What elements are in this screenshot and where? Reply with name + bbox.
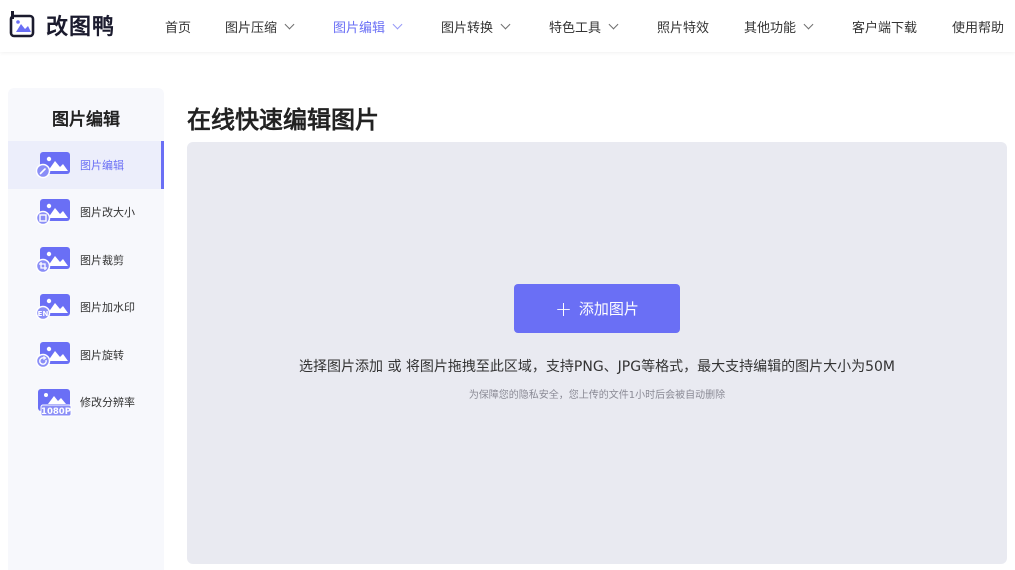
privacy-note: 为保障您的隐私安全，您上传的文件1小时后会被自动删除 xyxy=(468,390,726,401)
nav-other-features[interactable]: 其他功能 xyxy=(744,17,852,36)
image-watermark-icon: EN xyxy=(36,294,70,321)
image-crop-icon xyxy=(36,246,70,273)
nav-label: 图片编辑 xyxy=(333,20,386,36)
upload-dropzone[interactable]: + 添加图片 选择图片添加 或 将图片拖拽至此区域，支持PNG、JPG等格式，最… xyxy=(187,142,1007,564)
chevron-down-icon xyxy=(608,19,619,29)
page-title: 在线快速编辑图片 xyxy=(187,106,379,134)
nav-image-edit[interactable]: 图片编辑 xyxy=(333,17,441,36)
sidebar-title: 图片编辑 xyxy=(52,110,120,130)
resolution-badge-text: 1080P xyxy=(41,407,71,417)
add-image-button-label: 添加图片 xyxy=(578,300,639,318)
nav-image-convert[interactable]: 图片转换 xyxy=(441,17,549,36)
plus-icon: + xyxy=(555,296,572,321)
image-resize-icon xyxy=(36,199,70,226)
nav-label: 照片特效 xyxy=(657,20,710,36)
sidebar-item-resolution[interactable]: 1080P 修改分辨率 xyxy=(8,379,164,427)
add-image-button[interactable]: + 添加图片 xyxy=(514,284,680,333)
nav-photo-effects[interactable]: 照片特效 xyxy=(657,17,744,36)
nav-label: 图片压缩 xyxy=(225,20,278,36)
sidebar: 图片编辑 图片编辑 图片改大小 图片裁剪 EN 图片加水印 图片旋转 1080P… xyxy=(8,88,164,570)
sidebar-item-label: 图片加水印 xyxy=(80,301,135,315)
image-edit-icon xyxy=(36,151,70,178)
sidebar-item-image-watermark[interactable]: EN 图片加水印 xyxy=(8,284,164,332)
nav-help[interactable]: 使用帮助 xyxy=(952,17,1014,36)
main-nav: 首页 图片压缩 图片编辑 图片转换 特色工具 照片特效 其他功能 客户端下载 使… xyxy=(165,0,1014,52)
logo[interactable]: 改图鸭 xyxy=(8,9,115,41)
sidebar-item-label: 图片改大小 xyxy=(80,206,135,220)
chevron-down-icon xyxy=(500,19,511,29)
nav-label: 首页 xyxy=(165,20,192,36)
nav-special-tools[interactable]: 特色工具 xyxy=(549,17,657,36)
sidebar-list: 图片编辑 图片改大小 图片裁剪 EN 图片加水印 图片旋转 1080P 修改分辨… xyxy=(8,141,164,426)
sidebar-item-image-resize[interactable]: 图片改大小 xyxy=(8,189,164,237)
chevron-down-icon xyxy=(284,19,295,29)
sidebar-item-label: 图片编辑 xyxy=(80,158,124,172)
chevron-down-icon xyxy=(392,19,403,29)
chevron-down-icon xyxy=(803,19,814,29)
sidebar-item-label: 修改分辨率 xyxy=(80,396,135,410)
top-navbar: 改图鸭 首页 图片压缩 图片编辑 图片转换 特色工具 照片特效 其他功能 客户端… xyxy=(0,0,1015,52)
watermark-badge-text: EN xyxy=(38,310,49,318)
sidebar-item-image-edit[interactable]: 图片编辑 xyxy=(8,141,164,189)
nav-home[interactable]: 首页 xyxy=(165,17,225,36)
upload-hint: 选择图片添加 或 将图片拖拽至此区域，支持PNG、JPG等格式，最大支持编辑的图… xyxy=(299,359,895,375)
sidebar-item-image-rotate[interactable]: 图片旋转 xyxy=(8,331,164,379)
nav-client-download[interactable]: 客户端下载 xyxy=(852,17,952,36)
image-rotate-icon xyxy=(36,341,70,368)
logo-icon xyxy=(9,11,35,38)
nav-label: 客户端下载 xyxy=(852,20,918,36)
sidebar-item-image-crop[interactable]: 图片裁剪 xyxy=(8,236,164,284)
nav-label: 其他功能 xyxy=(744,20,797,36)
nav-label: 使用帮助 xyxy=(952,20,1005,36)
nav-label: 图片转换 xyxy=(441,20,494,36)
sidebar-item-label: 图片裁剪 xyxy=(80,253,124,267)
logo-text: 改图鸭 xyxy=(46,15,116,40)
image-resolution-icon: 1080P xyxy=(38,389,72,417)
sidebar-item-label: 图片旋转 xyxy=(80,348,124,362)
nav-image-compress[interactable]: 图片压缩 xyxy=(225,17,333,36)
nav-label: 特色工具 xyxy=(549,20,602,36)
